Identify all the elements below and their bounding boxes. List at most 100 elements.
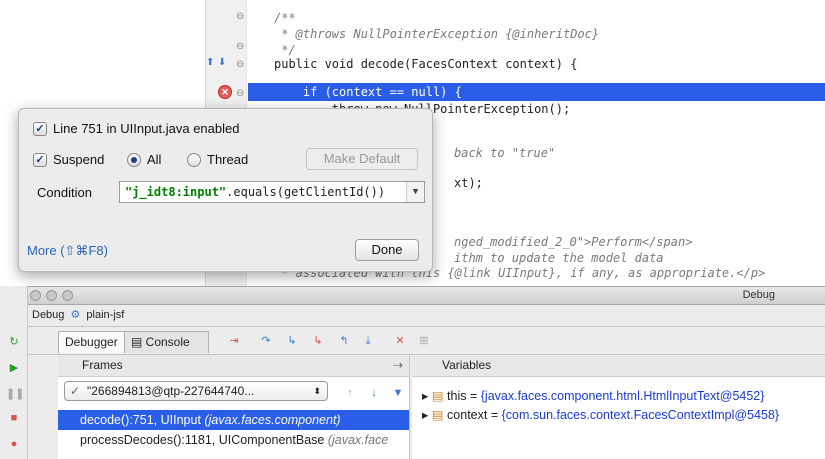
drop-frame-icon[interactable]: ✕	[392, 333, 408, 349]
resume-icon[interactable]: ▶	[6, 360, 22, 376]
code-comment: * @throws NullPointerException {@inherit…	[274, 27, 600, 41]
current-execution-line: if (context == null) {	[248, 83, 825, 101]
thread-icon: ✓	[70, 384, 81, 398]
field-icon: ▤	[431, 408, 448, 422]
radio-dot	[191, 157, 197, 163]
rerun-icon[interactable]: ↻	[6, 334, 22, 350]
code-comment: nged_modified_2_0">Perform</span>	[454, 235, 693, 249]
suspend-row[interactable]: ✓ Suspend	[33, 152, 104, 167]
filter-icon[interactable]: ▼	[390, 385, 406, 401]
step-into-icon[interactable]: ↳	[284, 333, 300, 349]
debug-side-toolbar: ↻ ▶ ❚❚ ■ ●	[0, 286, 28, 459]
enabled-label: Line 751 in UIInput.java enabled	[53, 121, 240, 136]
show-execution-point-icon[interactable]: ⇥	[226, 333, 242, 349]
variable-value: {javax.faces.component.html.HtmlInputTex…	[480, 389, 765, 403]
implement-icon[interactable]: ⬇	[218, 57, 226, 68]
variable-name: context	[447, 408, 488, 422]
arrow-down-icon[interactable]: ↓	[366, 385, 382, 401]
code-comment: /**	[274, 11, 296, 25]
fold-icon[interactable]: ⊖	[236, 11, 244, 22]
ide-window: ⊖ ⊖ ⬆ ⬇ ⊖ ✕ ⊖ /** * @throws NullPointerE…	[0, 0, 825, 459]
thread-selector[interactable]: ✓ "266894813@qtp-227644740... ⬍	[64, 381, 328, 401]
step-over-icon[interactable]: ↷	[258, 333, 274, 349]
code-comment: back to "true"	[454, 146, 556, 160]
run-config-name[interactable]: plain-jsf	[86, 309, 124, 321]
variables-title: Variables	[442, 358, 492, 372]
thread-label: Thread	[207, 152, 249, 167]
suspend-all-radio[interactable]: All	[127, 152, 161, 167]
done-button[interactable]: Done	[355, 239, 419, 261]
variable-name: this	[447, 389, 467, 403]
make-default-button[interactable]: Make Default	[306, 148, 418, 170]
code-text: xt);	[454, 176, 483, 190]
expand-arrow-icon[interactable]: ▸	[422, 389, 432, 403]
frame-method: decode():751, UIInput	[80, 413, 201, 427]
field-icon: ▤	[431, 389, 448, 403]
frames-header: Frames ⇢	[58, 355, 409, 377]
fold-icon[interactable]: ⊖	[236, 59, 244, 70]
view-breakpoints-icon[interactable]: ●	[6, 436, 22, 452]
suspend-thread-radio[interactable]: Thread	[187, 152, 248, 167]
arrow-up-icon[interactable]: ↑	[342, 385, 358, 401]
enabled-row[interactable]: ✓ Line 751 in UIInput.java enabled	[33, 121, 239, 136]
frame-row[interactable]: processDecodes():1181, UIComponentBase (…	[58, 430, 409, 450]
step-out-icon[interactable]: ↰	[336, 333, 352, 349]
more-link[interactable]: More (⇧⌘F8)	[27, 243, 108, 259]
expand-arrow-icon[interactable]: ▸	[422, 408, 432, 422]
debugger-toolbar: Debugger ▤ Console ⇥ ↷ ↳ ↳ ↰ ⤓ ✕ ⊞	[28, 327, 825, 355]
radio-dot	[131, 156, 137, 163]
run-to-cursor-icon[interactable]: ⤓	[360, 333, 376, 349]
debug-titlebar: Debug	[28, 287, 825, 305]
condition-string: "j_idt8:input"	[125, 185, 227, 199]
evaluate-expression-icon[interactable]: ⊞	[416, 333, 432, 349]
frames-title: Frames	[82, 358, 123, 372]
condition-input[interactable]: "j_idt8:input".equals(getClientId()) ▼	[119, 181, 425, 203]
variables-header: Variables	[412, 355, 825, 377]
console-icon: ▤	[131, 335, 146, 349]
frame-row[interactable]: decode():751, UIInput (javax.faces.compo…	[58, 410, 409, 430]
chevron-down-icon[interactable]: ▼	[406, 182, 424, 202]
code-comment: ithm to update the model data	[454, 251, 664, 265]
variable-value: {com.sun.faces.context.FacesContextImpl@…	[501, 408, 780, 422]
code-text: public void decode(FacesContext context)…	[274, 57, 578, 71]
frame-package: (javax.faces.component)	[204, 413, 341, 427]
debug-session-bar: Debug ⚙ plain-jsf	[28, 305, 825, 327]
tab-console[interactable]: ▤ Console	[124, 331, 209, 353]
force-step-into-icon[interactable]: ↳	[310, 333, 326, 349]
pin-icon[interactable]: ⇢	[393, 355, 403, 376]
breakpoint-icon[interactable]: ✕	[218, 85, 232, 99]
variables-pane: Variables ▸ ▤ this = {javax.faces.compon…	[412, 355, 825, 459]
radio-thread[interactable]	[187, 152, 201, 167]
code-text: if (context == null) {	[274, 85, 462, 99]
minimize-window-button[interactable]	[46, 290, 57, 301]
zoom-window-button[interactable]	[62, 290, 73, 301]
pause-icon[interactable]: ❚❚	[6, 386, 24, 402]
condition-row: Condition	[37, 185, 92, 200]
enabled-checkbox[interactable]: ✓	[33, 121, 47, 136]
thread-name: "266894813@qtp-227644740...	[87, 384, 255, 398]
override-icon[interactable]: ⬆	[206, 57, 214, 68]
code-line: back to "true"	[428, 144, 825, 162]
code-line: xt);	[428, 174, 825, 192]
close-window-button[interactable]	[30, 290, 41, 301]
code-line: public void decode(FacesContext context)…	[248, 55, 825, 73]
fold-icon[interactable]: ⊖	[236, 41, 244, 52]
frame-package: (javax.face	[327, 433, 389, 447]
variable-row[interactable]: ▸ ▤ this = {javax.faces.component.html.H…	[412, 387, 825, 405]
fold-icon[interactable]: ⊖	[236, 88, 244, 99]
variable-row[interactable]: ▸ ▤ context = {com.sun.faces.context.Fac…	[412, 406, 825, 424]
condition-expression: .equals(getClientId())	[226, 185, 386, 199]
tab-debugger[interactable]: Debugger	[58, 331, 125, 353]
breakpoint-properties-popup: ✓ Line 751 in UIInput.java enabled ✓ Sus…	[18, 108, 433, 272]
all-label: All	[147, 152, 162, 167]
condition-label: Condition	[37, 185, 92, 200]
stop-icon[interactable]: ■	[6, 410, 22, 426]
radio-all[interactable]	[127, 152, 141, 167]
gear-icon: ⚙	[70, 309, 81, 321]
frames-pane: Frames ⇢ ✓ "266894813@qtp-227644740... ⬍…	[58, 355, 410, 459]
suspend-checkbox[interactable]: ✓	[33, 152, 47, 167]
debug-label: Debug	[32, 309, 65, 321]
debug-tool-window: Debug Debug ⚙ plain-jsf Debugger ▤ Conso…	[28, 286, 825, 459]
suspend-label: Suspend	[53, 152, 105, 167]
frame-method: processDecodes():1181, UIComponentBase	[80, 433, 325, 447]
